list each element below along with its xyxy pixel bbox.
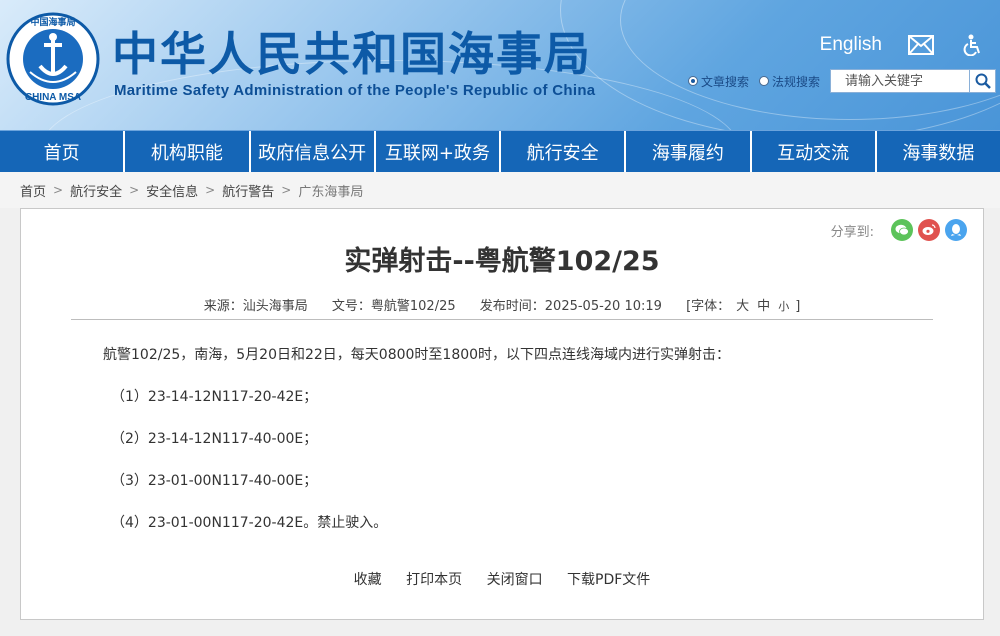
- site-header: 中国海事局 CHINA MSA 中华人民共和国海事局 Maritime Safe…: [0, 0, 1000, 130]
- search-input[interactable]: [830, 69, 970, 93]
- radio-icon[interactable]: [758, 76, 769, 86]
- site-title-cn: 中华人民共和国海事局: [112, 27, 592, 81]
- share-label: 分享到:: [830, 224, 874, 240]
- share-bar: 分享到:: [831, 219, 967, 241]
- msa-logo[interactable]: 中国海事局 CHINA MSA: [6, 12, 100, 106]
- search-button[interactable]: [970, 69, 996, 93]
- article-actions: 收藏 打印本页 关闭窗口 下载PDF文件: [21, 569, 983, 589]
- coordinate-point: （4）23-01-00N117-20-42E。禁止驶入。: [111, 515, 388, 531]
- breadcrumb-separator: >: [205, 183, 216, 197]
- weibo-icon[interactable]: [918, 219, 940, 241]
- nav-item-interaction[interactable]: 互动交流: [751, 131, 877, 172]
- breadcrumb: 首页 > 航行安全 > 安全信息 > 航行警告 > 广东海事局: [0, 172, 1000, 208]
- nav-item-compliance[interactable]: 海事履约: [626, 131, 752, 172]
- breadcrumb-current: 广东海事局: [298, 184, 364, 200]
- nav-item-data[interactable]: 海事数据: [876, 131, 1000, 172]
- search-option-articles[interactable]: 文章搜索: [687, 73, 749, 90]
- coordinate-point: （1）23-14-12N117-20-42E；: [111, 389, 318, 405]
- article-doc-number: 文号：粤航警102/25: [331, 299, 456, 314]
- article-title: 实弹射击--粤航警102/25: [344, 246, 660, 277]
- breadcrumb-home[interactable]: 首页: [20, 181, 46, 200]
- qq-icon[interactable]: [945, 219, 967, 241]
- breadcrumb-nav-warnings[interactable]: 航行警告: [222, 181, 274, 200]
- radio-icon[interactable]: [687, 76, 698, 86]
- coordinate-point: （2）23-14-12N117-40-00E；: [111, 431, 318, 447]
- logo-text-bottom: CHINA MSA: [25, 92, 81, 103]
- font-size-large-button[interactable]: 大: [736, 299, 749, 314]
- breadcrumb-separator: >: [53, 183, 64, 197]
- title-divider: [71, 319, 933, 320]
- header-tools: English: [820, 34, 986, 56]
- breadcrumb-separator: >: [129, 183, 140, 197]
- article-publish-time: 发布时间：2025-05-20 10:19: [479, 299, 662, 314]
- english-link[interactable]: English: [820, 34, 882, 56]
- font-size-close-bracket: ]: [795, 299, 801, 314]
- close-window-link[interactable]: 关闭窗口: [487, 572, 543, 588]
- article-content: 航警102/25，南海，5月20日和22日，每天0800时至1800时，以下四点…: [103, 345, 730, 555]
- article-panel: 分享到: 实弹射击--粤航警102/25 来源：汕头海事局 文号：粤航警102/…: [20, 208, 984, 620]
- print-link[interactable]: 打印本页: [406, 572, 462, 588]
- article-meta: 来源：汕头海事局 文号：粤航警102/25 发布时间：2025-05-20 10…: [21, 295, 983, 314]
- coordinate-point: （3）23-01-00N117-40-00E；: [111, 473, 318, 489]
- mail-icon[interactable]: [908, 34, 934, 56]
- nav-item-internet-gov[interactable]: 互联网+政务: [375, 131, 501, 172]
- favorite-link[interactable]: 收藏: [354, 572, 382, 588]
- search-bar: 文章搜索 法规搜索: [687, 69, 996, 93]
- site-title-en: Maritime Safety Administration of the Pe…: [114, 82, 596, 99]
- nav-item-navigation-safety[interactable]: 航行安全: [501, 131, 627, 172]
- search-option-label: 文章搜索: [700, 74, 749, 89]
- breadcrumb-safety-info[interactable]: 安全信息: [146, 181, 198, 200]
- search-icon: [975, 73, 991, 89]
- search-option-label: 法规搜索: [771, 74, 820, 89]
- font-size-label: [字体：: [686, 299, 731, 314]
- main-nav: 首页 机构职能 政府信息公开 互联网+政务 航行安全 海事履约 互动交流 海事数…: [0, 130, 1000, 172]
- font-size-medium-button[interactable]: 中: [757, 299, 770, 314]
- nav-item-gov-info[interactable]: 政府信息公开: [250, 131, 376, 172]
- search-option-laws[interactable]: 法规搜索: [758, 73, 820, 90]
- breadcrumb-separator: >: [281, 183, 292, 197]
- download-pdf-link[interactable]: 下载PDF文件: [567, 572, 650, 588]
- nav-item-functions[interactable]: 机构职能: [125, 131, 251, 172]
- nav-item-home[interactable]: 首页: [0, 131, 126, 172]
- breadcrumb-navigation-safety[interactable]: 航行安全: [70, 181, 122, 200]
- accessibility-icon[interactable]: [960, 34, 986, 56]
- article-source: 来源：汕头海事局: [203, 299, 308, 314]
- article-intro: 航警102/25，南海，5月20日和22日，每天0800时至1800时，以下四点…: [103, 347, 731, 363]
- logo-text-top: 中国海事局: [30, 16, 75, 28]
- wechat-icon[interactable]: [891, 219, 913, 241]
- font-size-small-button[interactable]: 小: [778, 300, 789, 313]
